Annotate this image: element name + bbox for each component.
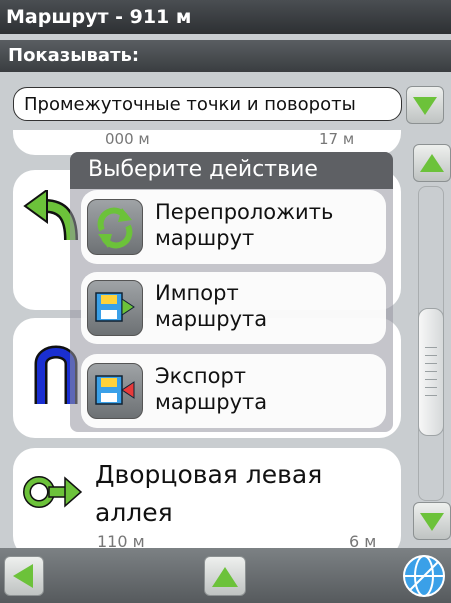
chevron-down-icon (420, 513, 444, 531)
scroll-up-button[interactable] (413, 144, 451, 182)
reroute-label: Перепроложить маршрут (155, 200, 334, 250)
import-route-label: Импорт маршрута (155, 281, 268, 331)
scroll-thumb[interactable] (418, 308, 444, 436)
globe-icon (403, 555, 445, 597)
dropdown-toggle-button[interactable] (406, 86, 444, 124)
item-name: Дворцовая левая аллея (95, 460, 323, 527)
list-item[interactable]: Дворцовая левая аллея 110 м 6 м (13, 448, 401, 550)
import-icon (87, 280, 143, 336)
scrollbar[interactable] (411, 138, 451, 548)
action-dialog: Выберите действие Перепроложить маршрут … (70, 152, 393, 432)
menu-up-button[interactable] (204, 556, 246, 596)
chevron-up-icon (212, 567, 238, 587)
chevron-up-icon (420, 154, 444, 172)
window-title: Маршрут - 911 м (0, 0, 451, 34)
export-route-button[interactable]: Экспорт маршрута (81, 354, 386, 428)
export-route-label: Экспорт маршрута (155, 364, 268, 414)
arrow-left-icon (13, 564, 33, 588)
dialog-title: Выберите действие (70, 152, 393, 189)
scroll-down-button[interactable] (413, 502, 451, 540)
map-globe-button[interactable] (402, 554, 446, 598)
show-label: Показывать: (0, 40, 451, 72)
item-remaining: 17 м (319, 130, 355, 148)
reroute-button[interactable]: Перепроложить маршрут (81, 190, 386, 264)
bottom-toolbar (0, 548, 451, 603)
filter-row: Промежуточные точки и повороты (0, 72, 451, 138)
filter-dropdown[interactable]: Промежуточные точки и повороты (13, 87, 402, 121)
export-icon (87, 363, 143, 419)
reroute-icon (87, 199, 143, 255)
roundabout-exit-icon (23, 476, 83, 508)
back-button[interactable] (4, 556, 44, 596)
item-distance: 000 м (105, 130, 150, 148)
chevron-down-icon (413, 97, 437, 115)
import-route-button[interactable]: Импорт маршрута (81, 272, 386, 344)
